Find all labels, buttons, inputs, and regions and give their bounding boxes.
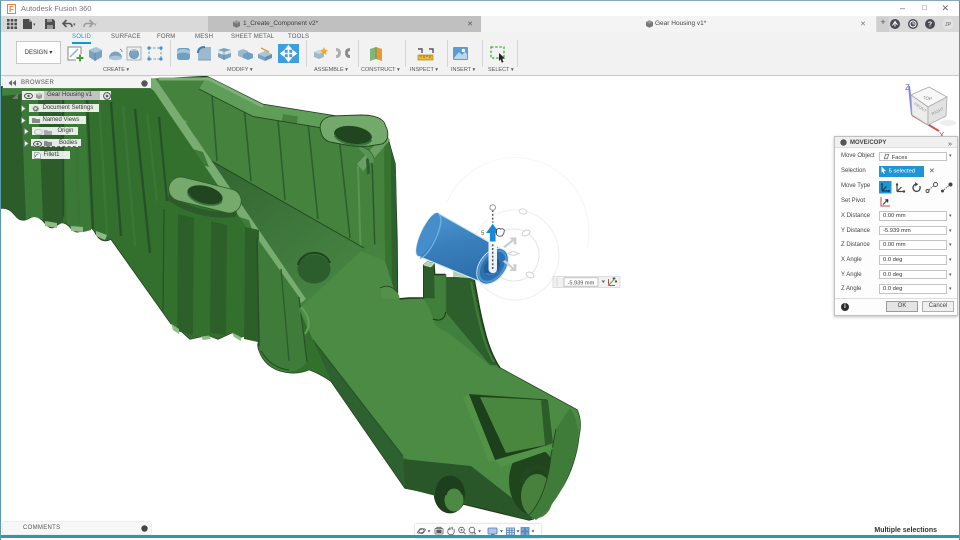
- svg-text:?: ?: [928, 21, 932, 28]
- svg-text:-5.939 mm: -5.939 mm: [568, 280, 595, 286]
- svg-text:JP: JP: [945, 22, 952, 28]
- svg-text:Z: Z: [905, 83, 910, 92]
